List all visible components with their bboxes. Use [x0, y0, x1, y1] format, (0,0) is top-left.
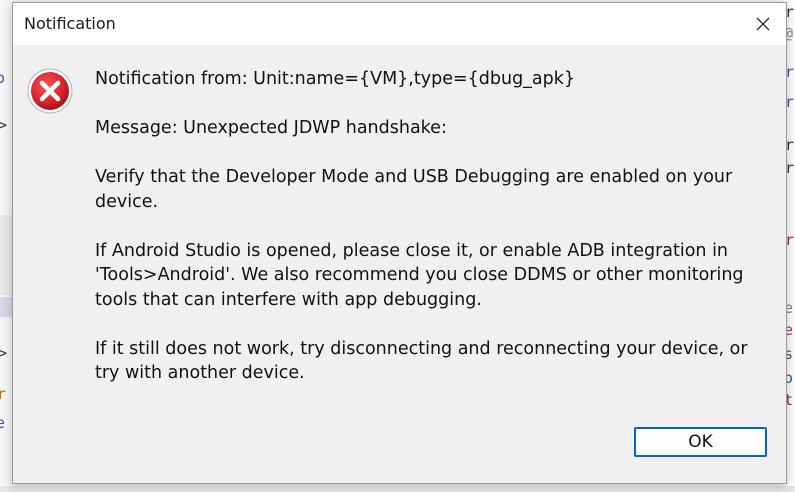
- message-line-android-studio: If Android Studio is opened, please clos…: [95, 240, 744, 310]
- ok-button[interactable]: OK: [634, 427, 767, 457]
- message-line-error: Message: Unexpected JDWP handshake:: [95, 118, 447, 138]
- notification-dialog: Notification Notification from: Unit:nam…: [12, 2, 787, 484]
- close-button[interactable]: [740, 3, 786, 45]
- dialog-titlebar: Notification: [13, 3, 786, 45]
- background-taskbar-edge: [0, 486, 795, 492]
- dialog-title: Notification: [24, 14, 116, 33]
- background-editor-left: o > > r e: [0, 0, 12, 492]
- message-line-source: Notification from: Unit:name={VM},type={…: [95, 69, 576, 89]
- message-line-retry: If it still does not work, try disconnec…: [95, 338, 748, 384]
- message-line-verify: Verify that the Developer Mode and USB D…: [95, 167, 733, 212]
- error-icon: [27, 68, 73, 114]
- close-icon: [756, 17, 770, 31]
- message-text: Notification from: Unit:name={VM},type={…: [95, 67, 775, 386]
